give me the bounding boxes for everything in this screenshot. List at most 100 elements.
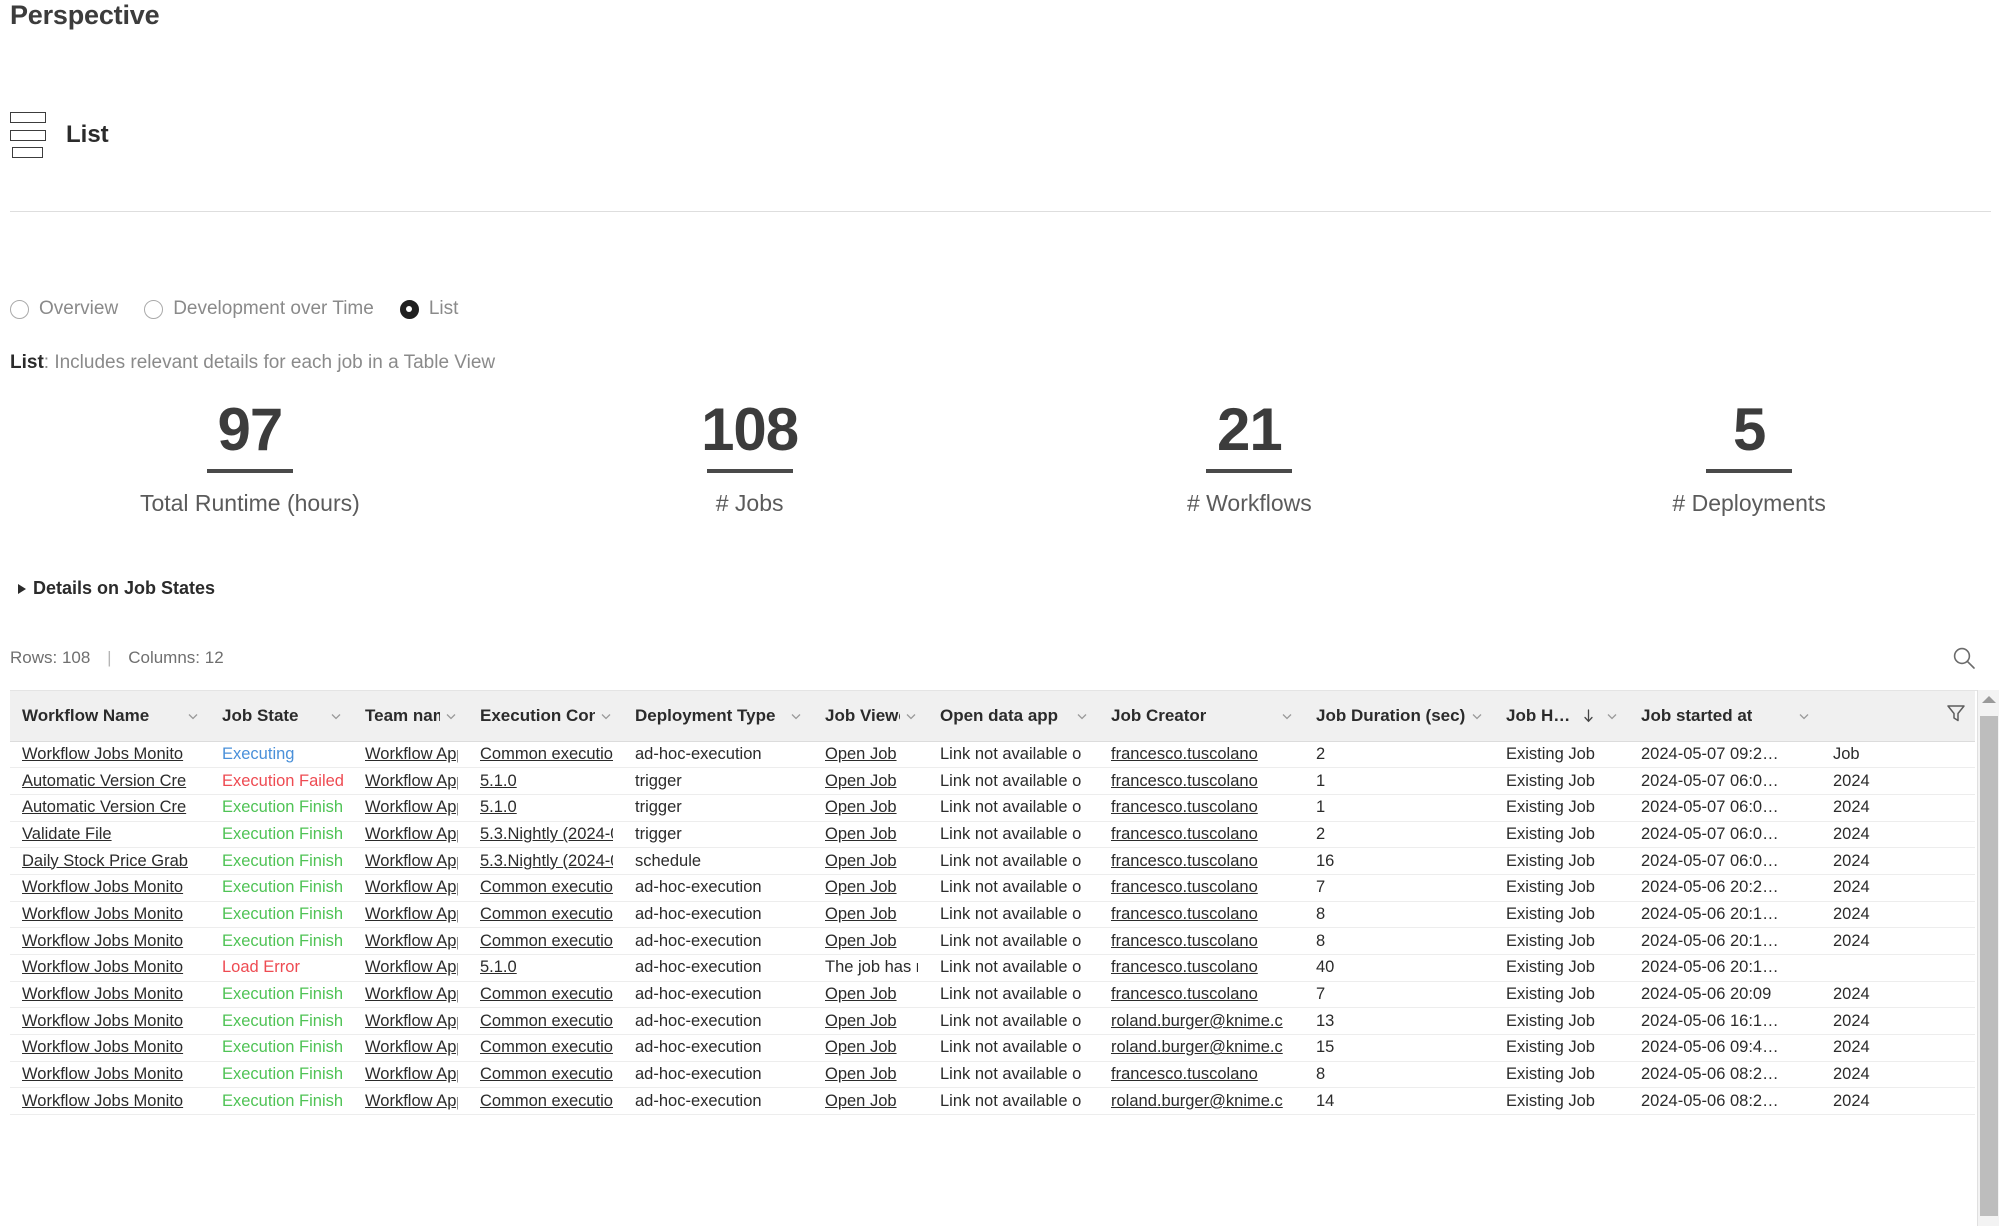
radio-option-overview[interactable]: Overview (10, 298, 118, 320)
workflow-name-link[interactable]: Workflow Jobs Monito (22, 905, 200, 924)
cell-job-viewer[interactable]: Open Job (813, 847, 928, 875)
cell-job-creator[interactable]: francesco.tuscolano (1099, 741, 1304, 769)
open-job-link[interactable]: Open Job (825, 985, 918, 1004)
radio-circle-development-over-time[interactable] (144, 299, 164, 319)
workflow-name-link[interactable]: Daily Stock Price Grab (22, 852, 200, 871)
cell-job-creator[interactable]: francesco.tuscolano (1099, 874, 1304, 902)
workflow-name-link[interactable]: Workflow Jobs Monito (22, 958, 200, 977)
team-name-link[interactable]: Workflow Applica (365, 985, 458, 1004)
workflow-name-link[interactable]: Workflow Jobs Monito (22, 1012, 200, 1031)
cell-execution-context[interactable]: 5.1.0 (468, 794, 623, 822)
team-name-link[interactable]: Workflow Applica (365, 745, 458, 764)
cell-workflow-name[interactable]: Workflow Jobs Monito (10, 1087, 210, 1116)
column-header-execution-context[interactable]: Execution Context (468, 691, 623, 742)
workflow-name-link[interactable]: Workflow Jobs Monito (22, 745, 200, 764)
cell-execution-context[interactable]: Common execution co (468, 741, 623, 769)
job-creator-link[interactable]: roland.burger@knime.c (1111, 1092, 1294, 1111)
cell-execution-context[interactable]: Common execution co (468, 1034, 623, 1062)
table-row[interactable]: Workflow Jobs Monito Execution Finished … (10, 874, 1975, 902)
job-creator-link[interactable]: roland.burger@knime.c (1111, 1012, 1294, 1031)
column-header-job-creator[interactable]: Job Creator (1099, 691, 1304, 742)
cell-team-name[interactable]: Workflow Applica (353, 874, 468, 902)
job-creator-link[interactable]: francesco.tuscolano (1111, 1065, 1294, 1084)
open-job-link[interactable]: Open Job (825, 1038, 918, 1057)
job-creator-link[interactable]: francesco.tuscolano (1111, 958, 1294, 977)
cell-workflow-name[interactable]: Workflow Jobs Monito (10, 954, 210, 982)
team-name-link[interactable]: Workflow Applica (365, 798, 458, 817)
cell-job-viewer[interactable]: Open Job (813, 927, 928, 955)
details-on-job-states-toggle[interactable]: Details on Job States (18, 578, 215, 599)
column-header-overflow[interactable] (1821, 691, 1941, 742)
chevron-down-icon[interactable] (1280, 709, 1294, 723)
table-filter-button[interactable] (1941, 691, 1975, 742)
job-creator-link[interactable]: francesco.tuscolano (1111, 985, 1294, 1004)
cell-team-name[interactable]: Workflow Applica (353, 1061, 468, 1089)
workflow-name-link[interactable]: Workflow Jobs Monito (22, 985, 200, 1004)
cell-workflow-name[interactable]: Workflow Jobs Monito (10, 741, 210, 769)
workflow-name-link[interactable]: Workflow Jobs Monito (22, 878, 200, 897)
table-row[interactable]: Automatic Version Cre Execution Failed W… (10, 767, 1975, 795)
cell-execution-context[interactable]: 5.1.0 (468, 954, 623, 982)
cell-execution-context[interactable]: 5.1.0 (468, 767, 623, 795)
workflow-name-link[interactable]: Workflow Jobs Monito (22, 1092, 200, 1111)
table-vertical-scrollbar[interactable] (1977, 690, 1999, 1226)
cell-execution-context[interactable]: Common execution co (468, 1061, 623, 1089)
chevron-down-icon[interactable] (1605, 709, 1619, 723)
cell-execution-context[interactable]: Common execution co (468, 874, 623, 902)
cell-team-name[interactable]: Workflow Applica (353, 741, 468, 769)
cell-job-creator[interactable]: francesco.tuscolano (1099, 901, 1304, 929)
cell-team-name[interactable]: Workflow Applica (353, 981, 468, 1009)
open-job-link[interactable]: Open Job (825, 1012, 918, 1031)
table-row[interactable]: Validate File Execution Finished Workflo… (10, 821, 1975, 849)
column-header-job-h[interactable]: Job H… (1494, 691, 1629, 742)
cell-job-creator[interactable]: roland.burger@knime.c (1099, 1087, 1304, 1116)
execution-context-link[interactable]: Common execution co (480, 745, 613, 764)
cell-team-name[interactable]: Workflow Applica (353, 794, 468, 822)
cell-team-name[interactable]: Workflow Applica (353, 901, 468, 929)
sort-descending-icon[interactable] (1582, 708, 1595, 724)
table-row[interactable]: Workflow Jobs Monito Execution Finished … (10, 1087, 1975, 1116)
cell-job-viewer[interactable]: Open Job (813, 1034, 928, 1062)
cell-execution-context[interactable]: Common execution co (468, 901, 623, 929)
cell-job-creator[interactable]: roland.burger@knime.c (1099, 1034, 1304, 1062)
cell-job-viewer[interactable]: Open Job (813, 821, 928, 849)
filter-icon[interactable] (1945, 702, 1967, 724)
cell-team-name[interactable]: Workflow Applica (353, 847, 468, 875)
column-header-deployment-type[interactable]: Deployment Type (623, 691, 813, 742)
chevron-down-icon[interactable] (1470, 709, 1484, 723)
table-row[interactable]: Workflow Jobs Monito Executing Workflow … (10, 741, 1975, 769)
radio-circle-overview[interactable] (10, 299, 29, 319)
column-header-job-duration[interactable]: Job Duration (sec) (1304, 691, 1494, 742)
workflow-name-link[interactable]: Validate File (22, 825, 200, 844)
execution-context-link[interactable]: Common execution co (480, 1012, 613, 1031)
workflow-name-link[interactable]: Workflow Jobs Monito (22, 932, 200, 951)
execution-context-link[interactable]: Common execution co (480, 1092, 613, 1111)
execution-context-link[interactable]: Common execution co (480, 932, 613, 951)
cell-execution-context[interactable]: Common execution co (468, 1007, 623, 1036)
column-header-open-data-app[interactable]: Open data app (928, 691, 1099, 742)
column-header-team-name[interactable]: Team name (353, 691, 468, 742)
chevron-down-icon[interactable] (329, 709, 343, 723)
open-job-link[interactable]: Open Job (825, 878, 918, 897)
execution-context-link[interactable]: Common execution co (480, 985, 613, 1004)
chevron-down-icon[interactable] (186, 709, 200, 723)
cell-execution-context[interactable]: 5.3.Nightly (2024-05-0 (468, 847, 623, 875)
execution-context-link[interactable]: 5.1.0 (480, 772, 613, 791)
table-row[interactable]: Daily Stock Price Grab Execution Finishe… (10, 847, 1975, 875)
cell-execution-context[interactable]: Common execution co (468, 1087, 623, 1116)
job-creator-link[interactable]: francesco.tuscolano (1111, 798, 1294, 817)
cell-job-creator[interactable]: francesco.tuscolano (1099, 821, 1304, 849)
execution-context-link[interactable]: Common execution co (480, 905, 613, 924)
cell-team-name[interactable]: Workflow Applica (353, 821, 468, 849)
team-name-link[interactable]: Workflow Applica (365, 878, 458, 897)
job-creator-link[interactable]: francesco.tuscolano (1111, 772, 1294, 791)
cell-job-viewer[interactable]: Open Job (813, 1087, 928, 1116)
workflow-name-link[interactable]: Workflow Jobs Monito (22, 1065, 200, 1084)
workflow-name-link[interactable]: Workflow Jobs Monito (22, 1038, 200, 1057)
open-job-link[interactable]: Open Job (825, 772, 918, 791)
table-row[interactable]: Workflow Jobs Monito Load Error Workflow… (10, 954, 1975, 982)
chevron-down-icon[interactable] (444, 709, 458, 723)
cell-workflow-name[interactable]: Automatic Version Cre (10, 794, 210, 822)
cell-job-creator[interactable]: francesco.tuscolano (1099, 794, 1304, 822)
cell-workflow-name[interactable]: Workflow Jobs Monito (10, 874, 210, 902)
